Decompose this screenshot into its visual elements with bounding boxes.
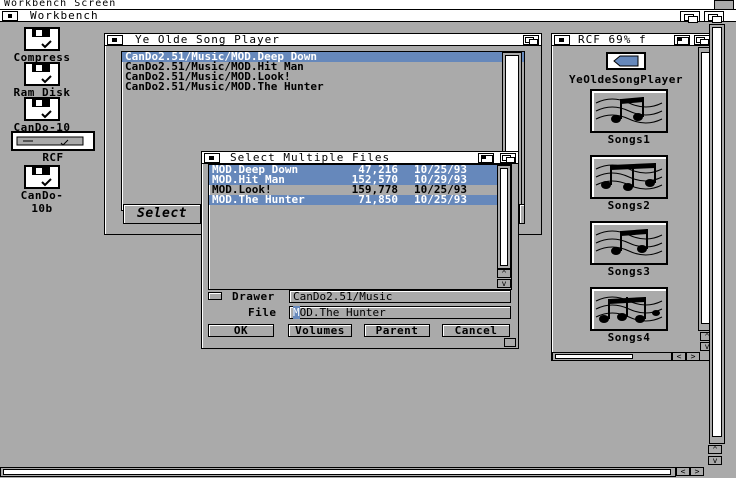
depth-icon[interactable] — [500, 153, 516, 163]
screen-title: Workbench Screen — [4, 0, 117, 9]
file-field-text: OD.The Hunter — [299, 306, 386, 319]
workbench-title: Workbench — [30, 9, 99, 22]
scroll-up-icon[interactable]: ^ — [497, 269, 511, 278]
scroll-down-icon[interactable]: v — [708, 456, 722, 465]
scroll-knob[interactable] — [712, 27, 722, 437]
icon-label: CanDo-10b — [20, 189, 64, 215]
floppy-disk-icon — [24, 27, 60, 51]
songs2-drawer-icon[interactable]: Songs2 — [574, 155, 684, 212]
parent-button[interactable]: Parent — [364, 324, 430, 337]
file-requester-window[interactable]: Select Multiple Files MOD.Deep Down 47,21… — [201, 151, 519, 349]
music-notes-icon — [595, 296, 663, 323]
icon-label: YeOldeSongPlayer — [569, 73, 683, 86]
workbench-horizontal-scrollbar[interactable] — [0, 467, 676, 477]
music-notes-icon — [595, 163, 663, 191]
scroll-up-icon[interactable]: ^ — [708, 445, 722, 454]
scroll-right-icon[interactable]: > — [686, 352, 700, 361]
icon-label: Songs4 — [607, 331, 651, 344]
icon-label: Songs3 — [607, 265, 651, 278]
file-requester-title: Select Multiple Files — [230, 151, 391, 164]
file-size: 71,850 — [358, 193, 398, 206]
icon-label: Songs2 — [607, 199, 651, 212]
song-player-title-bar[interactable]: Ye Olde Song Player — [105, 33, 541, 46]
cando-10b-disk-icon[interactable]: CanDo-10b — [12, 165, 72, 215]
songs4-drawer-icon[interactable]: Songs4 — [574, 287, 684, 344]
file-name: MOD.The Hunter — [212, 193, 305, 206]
zoom-icon[interactable] — [674, 35, 690, 45]
file-requester-title-bar[interactable]: Select Multiple Files — [202, 151, 518, 164]
rcf-title-bar[interactable]: RCF 69% f — [552, 33, 716, 46]
yeoldesongplayer-tool-icon[interactable]: YeOldeSongPlayer — [560, 52, 692, 86]
file-date: 10/25/93 — [414, 193, 467, 206]
workbench-close-icon[interactable] — [2, 11, 18, 21]
music-notes-icon — [595, 97, 663, 124]
volumes-button[interactable]: Volumes — [288, 324, 352, 337]
scroll-down-icon[interactable]: v — [497, 279, 511, 288]
play-button[interactable] — [519, 204, 525, 224]
floppy-disk-icon — [24, 62, 60, 86]
select-button[interactable]: Select — [123, 204, 201, 224]
scroll-knob[interactable] — [3, 469, 671, 475]
workbench-vertical-scrollbar[interactable] — [709, 24, 725, 444]
depth-icon[interactable] — [523, 35, 539, 45]
close-icon[interactable] — [204, 153, 220, 163]
cando-10-disk-icon[interactable]: CanDo-10 — [12, 97, 72, 134]
file-list-scrollbar[interactable] — [497, 165, 511, 269]
icon-label: Songs1 — [607, 133, 651, 146]
text-cursor: M — [293, 306, 300, 319]
compress-disk-icon[interactable]: Compress — [12, 27, 72, 64]
scroll-knob[interactable] — [555, 354, 633, 359]
hard-drive-icon — [11, 131, 95, 151]
song-player-title: Ye Olde Song Player — [135, 33, 280, 46]
songs1-drawer-icon[interactable]: Songs1 — [574, 89, 684, 146]
file-field[interactable]: MOD.The Hunter — [289, 306, 511, 319]
close-icon[interactable] — [554, 35, 570, 45]
workbench-title-bar[interactable]: Workbench — [0, 9, 736, 22]
cancel-button[interactable]: Cancel — [442, 324, 510, 337]
scroll-left-icon[interactable]: < — [676, 467, 690, 476]
scroll-knob[interactable] — [500, 168, 508, 266]
scroll-left-icon[interactable]: < — [672, 352, 686, 361]
workbench-zoom-gadget[interactable] — [680, 11, 700, 23]
rcf-window[interactable]: RCF 69% f YeOldeSongPlayer Songs1 Songs2… — [551, 33, 717, 361]
ok-button[interactable]: OK — [208, 324, 274, 337]
songs3-drawer-icon[interactable]: Songs3 — [574, 221, 684, 278]
floppy-disk-icon — [24, 165, 60, 189]
rcf-icon[interactable]: RCF — [10, 131, 96, 164]
scroll-right-icon[interactable]: > — [690, 467, 704, 476]
file-label: File — [248, 306, 277, 319]
drawer-label: Drawer — [232, 290, 275, 303]
drawer-toggle[interactable] — [208, 292, 222, 300]
close-icon[interactable] — [107, 35, 123, 45]
screen-depth-gadget[interactable] — [714, 0, 734, 10]
rcf-horizontal-scrollbar[interactable] — [552, 352, 672, 361]
zoom-icon[interactable] — [478, 153, 494, 163]
screen-title-bar[interactable]: Workbench Screen — [0, 0, 736, 10]
drawer-field[interactable]: CanDo2.51/Music — [289, 290, 511, 303]
tool-icon — [606, 52, 646, 70]
depth-icon[interactable] — [694, 35, 710, 45]
file-row[interactable]: MOD.The Hunter 71,850 10/25/93 — [209, 193, 511, 206]
workbench-depth-gadget[interactable] — [704, 11, 724, 23]
file-list[interactable]: MOD.Deep Down 47,216 10/25/93 MOD.Hit Man 1… — [208, 164, 512, 290]
resize-gadget-icon[interactable] — [504, 338, 516, 347]
ram-disk-icon[interactable]: Ram Disk — [12, 62, 72, 99]
icon-label: RCF — [42, 151, 64, 164]
rcf-title: RCF 69% f — [578, 33, 647, 46]
floppy-disk-icon — [24, 97, 60, 121]
music-notes-icon — [595, 229, 663, 256]
list-item[interactable]: CanDo2.51/Music/MOD.The Hunter — [122, 81, 524, 92]
